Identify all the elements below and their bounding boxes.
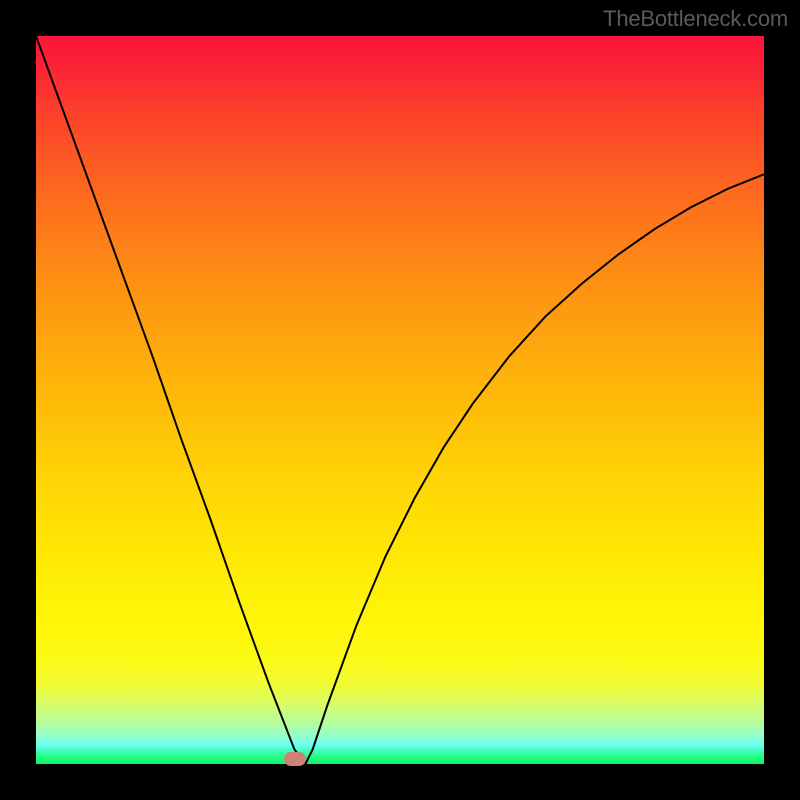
attribution-text: TheBottleneck.com [603,6,788,32]
optimal-point-marker [284,752,306,766]
chart-curve-svg [36,36,764,764]
bottleneck-chart: TheBottleneck.com [0,0,800,800]
bottleneck-curve-line [36,36,764,764]
